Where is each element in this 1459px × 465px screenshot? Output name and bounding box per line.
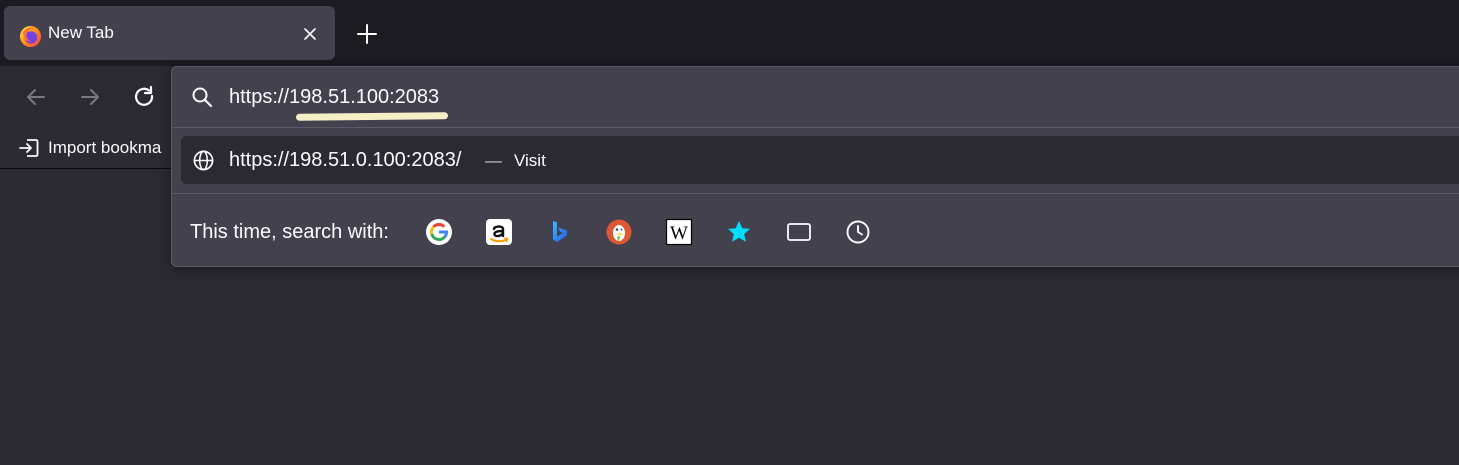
tab-title: New Tab bbox=[48, 23, 114, 42]
close-icon[interactable] bbox=[301, 25, 319, 43]
new-tab-plus-icon[interactable] bbox=[352, 19, 382, 49]
url-input[interactable]: https://198.51.100:2083 bbox=[229, 81, 439, 113]
bookmarks-star-icon[interactable] bbox=[725, 218, 753, 246]
import-bookmarks-label: Import bookma bbox=[48, 138, 162, 157]
url-highlight-underline bbox=[295, 112, 449, 121]
import-bookmarks-button[interactable]: Import bookma bbox=[18, 135, 161, 161]
forward-arrow-icon[interactable] bbox=[76, 83, 104, 111]
suggestion-action: Visit bbox=[514, 151, 546, 170]
wikipedia-icon[interactable]: W bbox=[665, 218, 693, 246]
tabs-icon[interactable] bbox=[785, 218, 813, 246]
bing-icon[interactable] bbox=[545, 218, 573, 246]
firefox-icon bbox=[19, 25, 42, 48]
suggestion-url: https://198.51.0.100:2083/ bbox=[229, 149, 462, 171]
reload-icon[interactable] bbox=[130, 83, 158, 111]
search-with-label: This time, search with: bbox=[190, 221, 389, 243]
search-engine-row: This time, search with: W bbox=[172, 193, 1459, 267]
history-icon[interactable] bbox=[844, 218, 872, 246]
amazon-icon[interactable] bbox=[485, 218, 513, 246]
search-icon bbox=[192, 87, 213, 108]
tab-new-tab[interactable]: New Tab bbox=[4, 6, 335, 60]
globe-icon bbox=[193, 150, 214, 171]
urlbar-input-row[interactable]: https://198.51.100:2083 bbox=[172, 67, 1459, 128]
google-icon[interactable] bbox=[425, 218, 453, 246]
suggestion-separator: — bbox=[485, 151, 502, 170]
import-icon bbox=[19, 139, 39, 157]
back-arrow-icon[interactable] bbox=[22, 83, 50, 111]
urlbar-popup: https://198.51.100:2083 https://198.51.0… bbox=[171, 66, 1459, 267]
url-suggestion-row[interactable]: https://198.51.0.100:2083/ — Visit bbox=[181, 136, 1459, 184]
svg-text:W: W bbox=[670, 223, 688, 244]
tab-strip: New Tab bbox=[0, 0, 1459, 66]
duckduckgo-icon[interactable] bbox=[605, 218, 633, 246]
